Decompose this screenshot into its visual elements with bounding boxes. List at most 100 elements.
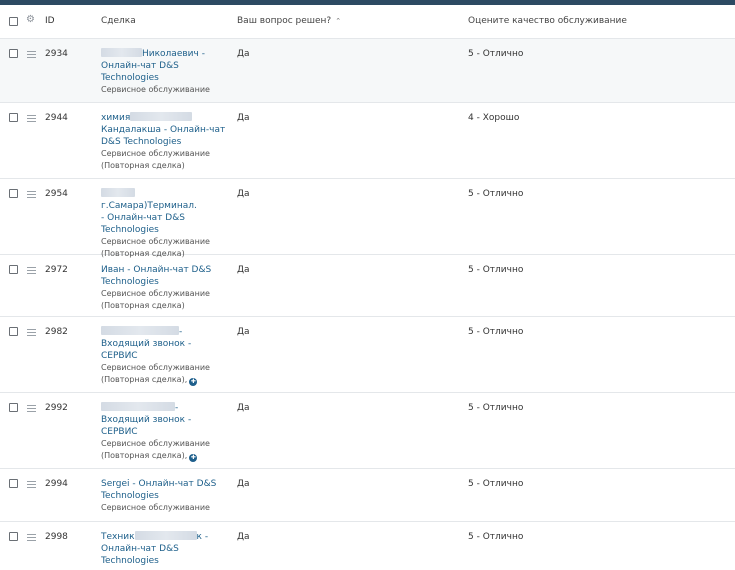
row-checkbox[interactable] (9, 327, 18, 336)
drag-handle-icon[interactable] (27, 481, 36, 490)
deal-link-line[interactable]: - Онлайн-чат D&S (101, 212, 229, 224)
row-checkbox[interactable] (9, 189, 18, 198)
table-row[interactable]: 2954 г.Самара)Терминал. - Онлайн-чат D&S… (0, 179, 735, 258)
column-header-deal[interactable]: Сделка (101, 15, 136, 27)
deal-id: 2954 (45, 189, 68, 199)
deal-link[interactable]: Николаевич - (101, 48, 229, 60)
deal-link-line[interactable]: Technologies (101, 276, 229, 288)
deal-link[interactable]: Техник к - (101, 531, 229, 543)
deal-id: 2934 (45, 49, 68, 59)
resolved-value: Да (237, 189, 250, 199)
drag-handle-icon[interactable] (27, 191, 36, 200)
deal-link-line[interactable]: Иван - Онлайн-чат D&S (101, 264, 229, 276)
drag-handle-icon[interactable] (27, 51, 36, 60)
deal-id: 2944 (45, 113, 68, 123)
deal-link-line[interactable]: Кандалакша - Онлайн-чат (101, 124, 229, 136)
deal-type: Сервисное обслуживание (101, 289, 210, 298)
deal-link-line[interactable]: Входящий звонок - (101, 414, 229, 426)
gear-icon[interactable]: ⚙ (26, 15, 35, 25)
row-checkbox[interactable] (9, 532, 18, 541)
deal-repeat: (Повторная сделка) (101, 161, 185, 170)
table-row[interactable]: 2998 Техник к - Онлайн-чат D&S Technologi… (0, 522, 735, 570)
column-header-id[interactable]: ID (45, 15, 55, 27)
deal-cell: - Входящий звонок - СЕРВИС Сервисное обс… (101, 326, 229, 386)
resolved-value: Да (237, 403, 250, 413)
table-row[interactable]: 2992 - Входящий звонок - СЕРВИС Сервисно… (0, 393, 735, 469)
deals-table: ⚙ ID Сделка Ваш вопрос решен? ⌃ Оцените к… (0, 5, 735, 570)
deal-id: 2998 (45, 532, 68, 542)
deal-cell: Техник к - Онлайн-чат D&S Technologies (101, 531, 229, 567)
resolved-value: Да (237, 265, 250, 275)
redacted-text (101, 326, 179, 335)
deal-link-line[interactable]: Technologies (101, 490, 229, 502)
deal-link[interactable]: - (101, 402, 229, 414)
redacted-text (134, 531, 197, 540)
drag-handle-icon[interactable] (27, 115, 36, 124)
deal-link-line[interactable]: Онлайн-чат D&S (101, 543, 229, 555)
deal-cell: Иван - Онлайн-чат D&S Technologies Серви… (101, 264, 229, 312)
row-checkbox[interactable] (9, 479, 18, 488)
deal-cell: г.Самара)Терминал. - Онлайн-чат D&S Tech… (101, 188, 229, 260)
deal-link-line[interactable]: Онлайн-чат D&S (101, 60, 229, 72)
table-row[interactable]: 2934 Николаевич - Онлайн-чат D&S Technol… (0, 39, 735, 103)
table-row[interactable]: 2982 - Входящий звонок - СЕРВИС Сервисно… (0, 317, 735, 393)
quality-value: 5 - Отлично (468, 189, 524, 199)
deal-link-line[interactable]: Входящий звонок - (101, 338, 229, 350)
resolved-value: Да (237, 479, 250, 489)
row-checkbox[interactable] (9, 265, 18, 274)
deal-link[interactable]: - (101, 326, 229, 338)
quality-value: 5 - Отлично (468, 49, 524, 59)
row-checkbox[interactable] (9, 113, 18, 122)
deal-link-line[interactable]: СЕРВИС (101, 426, 229, 438)
deal-repeat: (Повторная сделка), ✚ (101, 451, 198, 462)
table-row[interactable]: 2994 Sergei - Онлайн-чат D&S Technologie… (0, 469, 735, 522)
select-all-checkbox[interactable] (9, 17, 18, 26)
deal-link-line[interactable]: Technologies (101, 72, 229, 84)
table-row[interactable]: 2972 Иван - Онлайн-чат D&S Technologies … (0, 255, 735, 317)
column-header-resolved[interactable]: Ваш вопрос решен? ⌃ (237, 15, 341, 27)
drag-handle-icon[interactable] (27, 405, 36, 414)
deal-id: 2982 (45, 327, 68, 337)
deal-link-line[interactable]: Technologies (101, 224, 229, 236)
deal-link-line[interactable]: СЕРВИС (101, 350, 229, 362)
drag-handle-icon[interactable] (27, 534, 36, 543)
resolved-value: Да (237, 113, 250, 123)
resolved-value: Да (237, 49, 250, 59)
deal-link-line[interactable]: Technologies (101, 555, 229, 567)
quality-value: 5 - Отлично (468, 403, 524, 413)
table-row[interactable]: 2944 химия Кандалакша - Онлайн-чат D&S T… (0, 103, 735, 179)
redacted-text (101, 48, 142, 57)
redacted-text (101, 402, 175, 411)
deal-id: 2994 (45, 479, 68, 489)
column-header-quality[interactable]: Оцените качество обслуживание (468, 15, 627, 27)
deal-type: Сервисное обслуживание (101, 237, 210, 246)
deal-type: Сервисное обслуживание (101, 363, 210, 372)
info-badge-icon[interactable]: ✚ (189, 378, 198, 386)
deal-id: 2992 (45, 403, 68, 413)
deal-cell: - Входящий звонок - СЕРВИС Сервисное обс… (101, 402, 229, 462)
drag-handle-icon[interactable] (27, 329, 36, 338)
info-badge-icon[interactable]: ✚ (189, 454, 198, 462)
deal-type: Сервисное обслуживание (101, 503, 210, 512)
deal-cell: Николаевич - Онлайн-чат D&S Technologies… (101, 48, 229, 96)
deal-type: Сервисное обслуживание (101, 85, 210, 94)
deal-type: Сервисное обслуживание (101, 439, 210, 448)
deal-link[interactable]: г.Самара)Терминал. (101, 188, 229, 212)
quality-value: 5 - Отлично (468, 532, 524, 542)
deal-repeat: (Повторная сделка), ✚ (101, 375, 198, 386)
deal-type: Сервисное обслуживание (101, 149, 210, 158)
row-checkbox[interactable] (9, 49, 18, 58)
drag-handle-icon[interactable] (27, 267, 36, 276)
deal-cell: Sergei - Онлайн-чат D&S Technologies Сер… (101, 478, 229, 514)
deal-link[interactable]: химия (101, 112, 229, 124)
sort-asc-icon: ⌃ (335, 17, 342, 25)
quality-value: 5 - Отлично (468, 265, 524, 275)
deal-repeat: (Повторная сделка) (101, 301, 185, 310)
resolved-value: Да (237, 532, 250, 542)
row-checkbox[interactable] (9, 403, 18, 412)
quality-value: 5 - Отлично (468, 479, 524, 489)
deal-link-line[interactable]: D&S Technologies (101, 136, 229, 148)
redacted-text (101, 188, 135, 197)
quality-value: 4 - Хорошо (468, 113, 520, 123)
deal-link-line[interactable]: Sergei - Онлайн-чат D&S (101, 478, 229, 490)
